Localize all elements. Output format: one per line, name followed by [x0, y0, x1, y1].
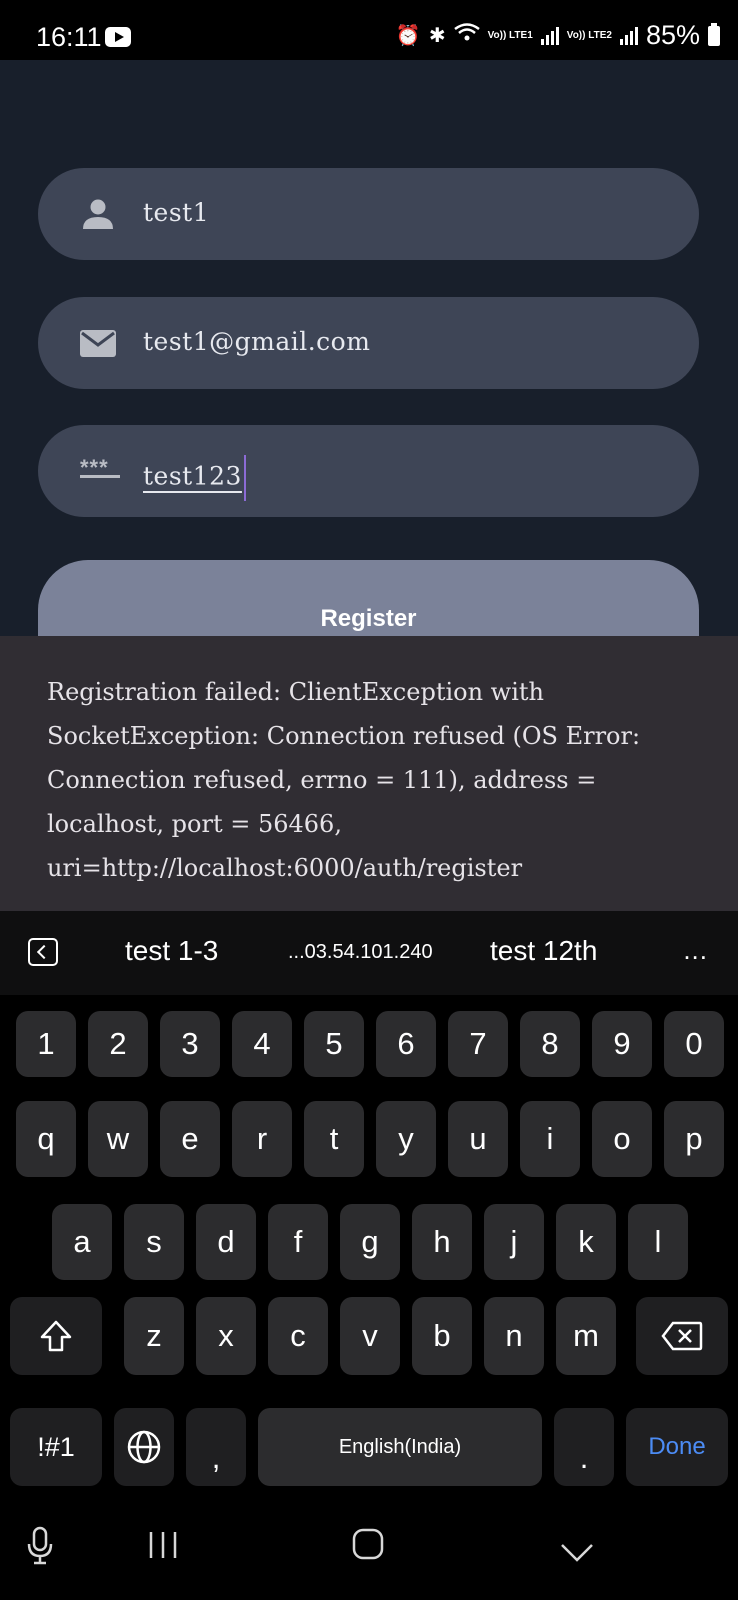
- key-3[interactable]: 3: [160, 1011, 220, 1077]
- key-7[interactable]: 7: [448, 1011, 508, 1077]
- language-key[interactable]: [114, 1408, 174, 1486]
- suggestion-bar: test 1-3 ...03.54.101.240 test 12th ...: [0, 911, 738, 995]
- alarm-icon: ⏰: [395, 25, 421, 47]
- home-button[interactable]: [352, 1528, 384, 1568]
- key-z[interactable]: z: [124, 1297, 184, 1375]
- status-icons: ⏰ ✱ Vo)) LTE1 Vo)) LTE2 85%: [396, 20, 720, 51]
- key-h[interactable]: h: [412, 1204, 472, 1280]
- done-key[interactable]: Done: [626, 1408, 728, 1486]
- key-p[interactable]: p: [664, 1101, 724, 1177]
- email-icon: [80, 330, 116, 357]
- person-icon: [83, 199, 113, 229]
- key-4[interactable]: 4: [232, 1011, 292, 1077]
- key-2[interactable]: 2: [88, 1011, 148, 1077]
- battery-percent: 85%: [645, 20, 700, 50]
- key-q[interactable]: q: [16, 1101, 76, 1177]
- key-5[interactable]: 5: [304, 1011, 364, 1077]
- key-u[interactable]: u: [448, 1101, 508, 1177]
- status-bar: 16:11 ⏰ ✱ Vo)) LTE1 Vo)) LTE2 85%: [0, 0, 738, 60]
- text-cursor: [243, 455, 246, 501]
- key-1[interactable]: 1: [16, 1011, 76, 1077]
- backspace-icon: [661, 1321, 703, 1351]
- key-m[interactable]: m: [556, 1297, 616, 1375]
- key-y[interactable]: y: [376, 1101, 436, 1177]
- key-b[interactable]: b: [412, 1297, 472, 1375]
- more-options-icon[interactable]: ...: [683, 935, 708, 966]
- key-e[interactable]: e: [160, 1101, 220, 1177]
- key-i[interactable]: i: [520, 1101, 580, 1177]
- mic-icon[interactable]: [26, 1526, 54, 1574]
- key-0[interactable]: 0: [664, 1011, 724, 1077]
- error-snackbar: Registration failed: ClientException wit…: [0, 636, 738, 911]
- key-9[interactable]: 9: [592, 1011, 652, 1077]
- status-time: 16:11: [36, 22, 102, 52]
- key-w[interactable]: w: [88, 1101, 148, 1177]
- keyboard: test 1-3 ...03.54.101.240 test 12th ... …: [0, 911, 738, 1600]
- sim1-label: Vo)) LTE1: [487, 29, 533, 41]
- key-n[interactable]: n: [484, 1297, 544, 1375]
- symbols-key[interactable]: !#1: [10, 1408, 102, 1486]
- key-v[interactable]: v: [340, 1297, 400, 1375]
- recent-apps-button[interactable]: [148, 1530, 178, 1568]
- shift-icon: [40, 1320, 72, 1352]
- shift-key[interactable]: [10, 1297, 102, 1375]
- key-a[interactable]: a: [52, 1204, 112, 1280]
- suggestion-3[interactable]: test 12th: [490, 935, 597, 967]
- suggestion-2[interactable]: ...03.54.101.240: [288, 941, 433, 964]
- bluetooth-icon: ✱: [428, 25, 446, 47]
- key-8[interactable]: 8: [520, 1011, 580, 1077]
- suggestion-1[interactable]: test 1-3: [125, 935, 218, 967]
- email-value: test1@gmail.com: [143, 327, 371, 356]
- youtube-notification-icon: [105, 27, 131, 47]
- key-d[interactable]: d: [196, 1204, 256, 1280]
- username-value: test1: [143, 198, 210, 227]
- snackbar-message: Registration failed: ClientException wit…: [47, 678, 641, 882]
- key-k[interactable]: k: [556, 1204, 616, 1280]
- key-c[interactable]: c: [268, 1297, 328, 1375]
- backspace-key[interactable]: [636, 1297, 728, 1375]
- password-icon: ***: [80, 455, 120, 491]
- signal1-icon: [540, 26, 559, 45]
- key-f[interactable]: f: [268, 1204, 328, 1280]
- wifi-icon: [453, 22, 480, 49]
- password-field[interactable]: *** test123: [38, 425, 699, 517]
- key-r[interactable]: r: [232, 1101, 292, 1177]
- key-6[interactable]: 6: [376, 1011, 436, 1077]
- key-j[interactable]: j: [484, 1204, 544, 1280]
- key-l[interactable]: l: [628, 1204, 688, 1280]
- battery-icon: [708, 22, 720, 46]
- register-screen: test1 test1@gmail.com *** test123 Regist…: [0, 60, 738, 700]
- space-key[interactable]: English(India): [258, 1408, 542, 1486]
- signal2-icon: [619, 26, 638, 45]
- key-t[interactable]: t: [304, 1101, 364, 1177]
- comma-key[interactable]: ,: [186, 1408, 246, 1486]
- key-s[interactable]: s: [124, 1204, 184, 1280]
- period-key[interactable]: .: [554, 1408, 614, 1486]
- username-field[interactable]: test1: [38, 168, 699, 260]
- globe-icon: [127, 1430, 161, 1464]
- hide-keyboard-button[interactable]: [560, 1534, 594, 1571]
- key-g[interactable]: g: [340, 1204, 400, 1280]
- key-o[interactable]: o: [592, 1101, 652, 1177]
- collapse-toolbar-icon[interactable]: [28, 938, 58, 966]
- sim2-label: Vo)) LTE2: [566, 29, 612, 41]
- key-x[interactable]: x: [196, 1297, 256, 1375]
- password-value: test123: [143, 455, 246, 501]
- email-field[interactable]: test1@gmail.com: [38, 297, 699, 389]
- navigation-bar: [0, 1500, 738, 1600]
